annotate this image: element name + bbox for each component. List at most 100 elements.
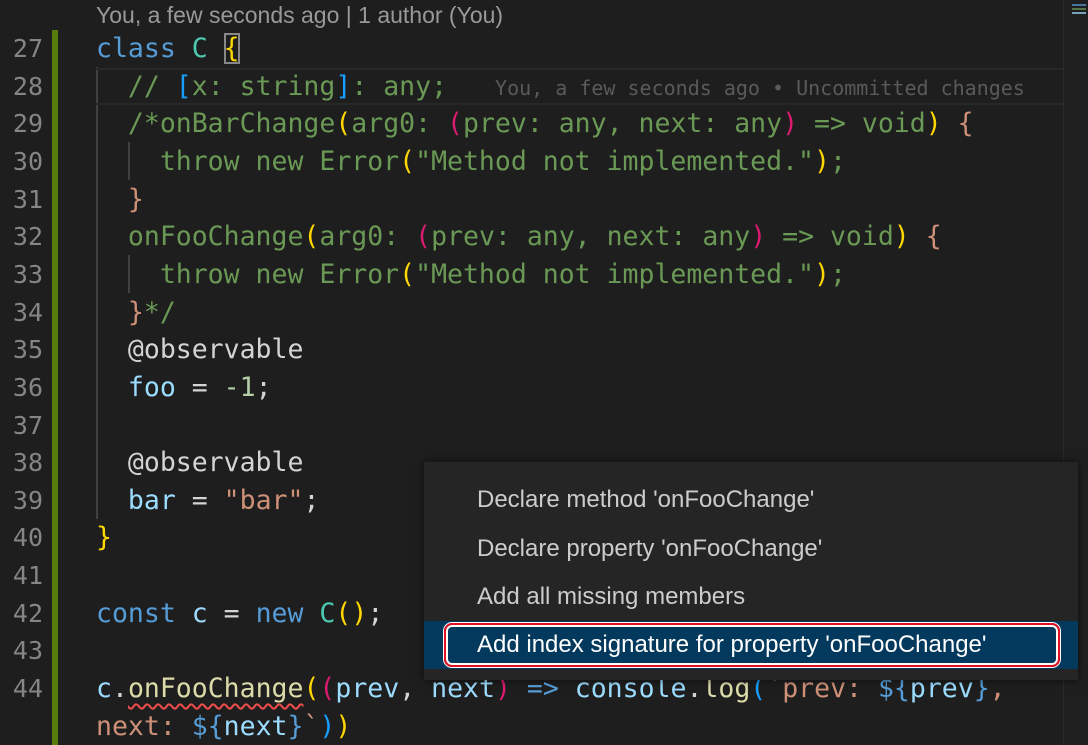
code-text: foo = -1; [96, 369, 272, 407]
code-token: class [96, 33, 192, 64]
quick-fix-menu: Declare method 'onFooChange' Declare pro… [424, 462, 1078, 680]
code-token: bar [127, 484, 176, 516]
menu-item-label: Declare property 'onFooChange' [477, 535, 823, 562]
line-number[interactable]: 34 [0, 294, 43, 332]
code-token: ) [351, 597, 368, 629]
quick-fix-declare-property[interactable]: Declare property 'onFooChange' [424, 525, 1078, 573]
code-line[interactable]: next: ${next}`)) [0, 708, 1063, 745]
code-text: next: ${next}`)) [96, 708, 351, 745]
code-token: "Method not implemented." [415, 258, 814, 290]
line-number[interactable]: 30 [0, 143, 43, 181]
code-token: prev: any, next: any [463, 108, 783, 140]
code-token: ( [399, 258, 416, 290]
code-token: ) [925, 108, 942, 140]
line-number[interactable]: 27 [0, 30, 43, 68]
code-token: /*onBarChange [96, 108, 336, 140]
code-text: } [96, 519, 112, 557]
code-token: c [96, 673, 112, 705]
code-token: ) [813, 258, 830, 290]
code-token: arg0: [351, 108, 448, 140]
blame-header[interactable]: You, a few seconds ago | 1 author (You) [96, 0, 503, 30]
code-token: ; [255, 371, 272, 403]
code-token: onFooChange [96, 221, 304, 253]
code-token: = [175, 371, 224, 403]
code-token: ) [813, 145, 830, 177]
line-number[interactable]: 33 [0, 256, 43, 294]
code-token: } [96, 183, 144, 215]
line-number[interactable]: 44 [0, 670, 43, 708]
code-token: ; [829, 258, 846, 290]
line-number[interactable]: 37 [0, 407, 43, 445]
code-token: "Method not implemented." [415, 145, 814, 177]
code-token: const [96, 597, 192, 629]
code-text: throw new Error("Method not implemented.… [96, 256, 846, 294]
code-line[interactable]: 37 [0, 407, 1063, 445]
code-line[interactable]: 34 }*/ [0, 294, 1063, 332]
code-token: ${ [191, 710, 224, 742]
code-text: bar = "bar"; [96, 482, 320, 520]
line-number[interactable]: 29 [0, 105, 43, 143]
code-token: } [96, 296, 144, 328]
code-token: new [255, 597, 320, 629]
code-line[interactable]: 32 onFooChange(arg0: (prev: any, next: a… [0, 218, 1063, 256]
line-number[interactable]: 41 [0, 557, 43, 595]
minimap-content [1072, 4, 1086, 14]
code-line[interactable]: 27 class C { [0, 30, 1063, 68]
code-token: ( [303, 221, 320, 253]
line-number[interactable]: 35 [0, 331, 43, 369]
line-number[interactable]: 43 [0, 632, 43, 670]
code-token: prev: any, next: any [431, 221, 751, 253]
code-token: { [909, 221, 942, 253]
line-number[interactable]: 36 [0, 369, 43, 407]
code-token: . [111, 673, 128, 705]
code-token: */ [143, 296, 176, 328]
code-token: = [175, 484, 224, 516]
quick-fix-add-missing-members[interactable]: Add all missing members [424, 573, 1078, 621]
code-line[interactable]: 36 foo = -1; [0, 369, 1063, 407]
line-number[interactable]: 39 [0, 482, 43, 520]
code-token: : any; [351, 70, 448, 102]
quick-fix-add-index-signature[interactable]: Add index signature for property 'onFooC… [424, 621, 1078, 669]
code-text: onFooChange(arg0: (prev: any, next: any)… [96, 218, 942, 256]
line-number[interactable]: 42 [0, 595, 43, 633]
quick-fix-declare-method[interactable]: Declare method 'onFooChange' [424, 476, 1078, 524]
code-token: C [319, 597, 336, 629]
code-token: c [191, 597, 208, 629]
code-token: ; [367, 597, 384, 629]
code-token: @observable [96, 447, 304, 479]
code-token: onFooChange [127, 673, 304, 705]
code-token: foo [127, 371, 176, 403]
code-token: ] [335, 70, 352, 102]
code-token: [ [175, 70, 192, 102]
code-token: ; [303, 484, 320, 516]
code-text: } [96, 181, 144, 219]
code-line[interactable]: 29 /*onBarChange(arg0: (prev: any, next:… [0, 105, 1063, 143]
code-line[interactable]: 31 } [0, 181, 1063, 219]
code-token: ` [303, 710, 320, 742]
code-token: ( [447, 108, 463, 140]
code-token: ( [303, 673, 320, 705]
line-number[interactable]: 38 [0, 444, 43, 482]
code-token: // [96, 70, 176, 102]
line-number[interactable]: 31 [0, 181, 43, 219]
code-line[interactable]: 33 throw new Error("Method not implement… [0, 256, 1063, 294]
line-number[interactable]: 28 [0, 68, 43, 106]
code-token: @observable [96, 334, 304, 366]
code-token: -1 [223, 371, 256, 403]
code-token: next [223, 710, 288, 742]
code-token: throw new Error [96, 145, 400, 177]
inline-blame[interactable]: You, a few seconds ago • Uncommitted cha… [495, 76, 1025, 100]
menu-item-label: Add all missing members [477, 583, 746, 610]
code-token: ( [335, 597, 352, 629]
code-text: @observable [96, 444, 304, 482]
code-token: ) [750, 221, 767, 253]
code-text: const c = new C(); [96, 595, 383, 633]
code-text: }*/ [96, 294, 176, 332]
line-number[interactable]: 32 [0, 218, 43, 256]
code-line[interactable]: 35 @observable [0, 331, 1063, 369]
line-number[interactable]: 40 [0, 519, 43, 557]
code-line[interactable]: 30 throw new Error("Method not implement… [0, 143, 1063, 181]
code-line[interactable]: 28 // [x: string]: any; You, a few second… [0, 67, 1063, 106]
code-token: next: [96, 710, 192, 742]
